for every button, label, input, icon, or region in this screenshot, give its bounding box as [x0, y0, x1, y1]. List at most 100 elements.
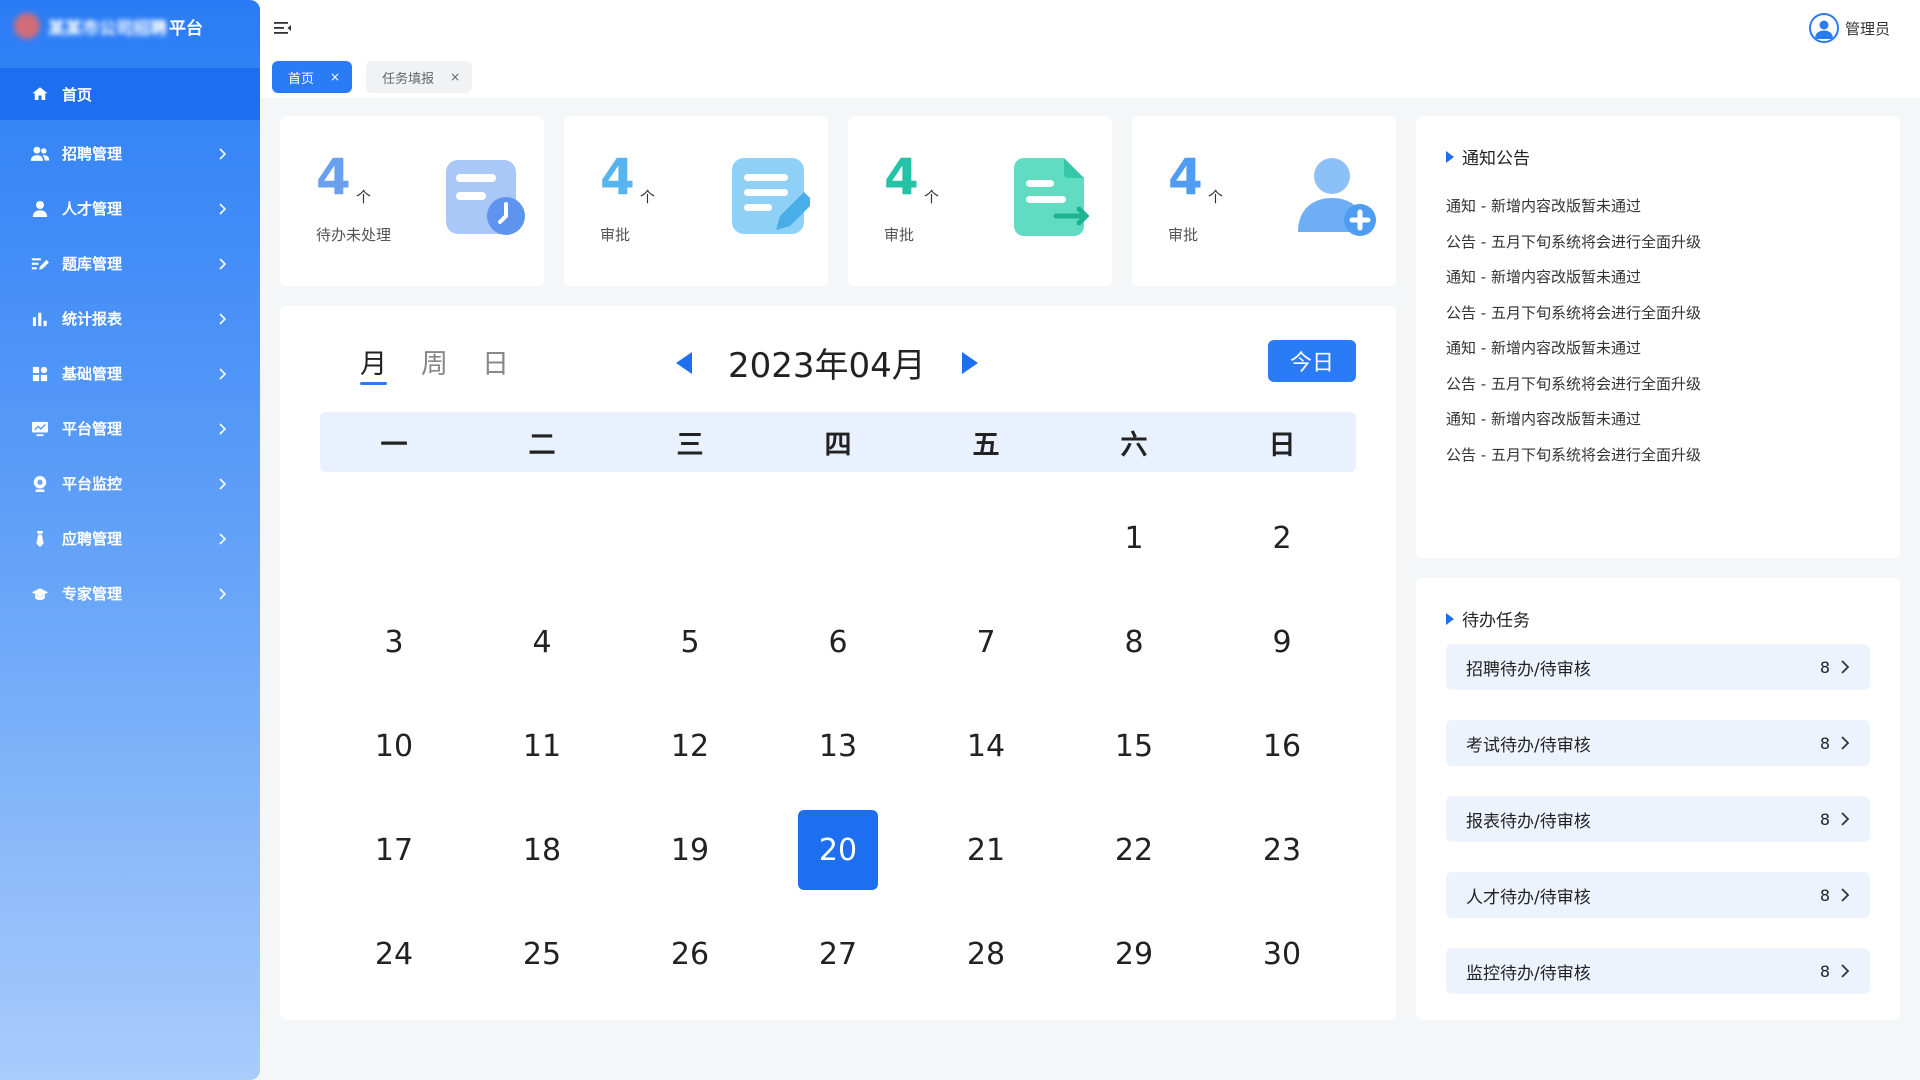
calendar-day-number: 29 [1114, 936, 1154, 972]
notice-item[interactable]: 通知 - 新增内容改版暂未通过 [1446, 401, 1870, 437]
calendar-day-number: 2 [1272, 520, 1292, 556]
calendar-day[interactable]: 6 [764, 590, 912, 694]
calendar-day[interactable]: 8 [1060, 590, 1208, 694]
task-label: 监控待办/待审核 [1466, 963, 1591, 984]
calendar-day[interactable]: 27 [764, 902, 912, 1006]
sidebar-item-talent[interactable]: 人才管理 [0, 181, 260, 236]
task-item-exam[interactable]: 考试待办/待审核 8 [1446, 720, 1870, 766]
chevron-right-icon [1841, 964, 1850, 978]
notice-item[interactable]: 通知 - 新增内容改版暂未通过 [1446, 330, 1870, 366]
collapse-menu-button[interactable] [272, 17, 294, 39]
sidebar-item-experts[interactable]: 专家管理 [0, 566, 260, 621]
stat-label: 待办未处理 [316, 226, 392, 244]
calendar-day-number: 20 [798, 810, 878, 890]
sidebar-item-basic[interactable]: 基础管理 [0, 346, 260, 401]
calendar-day[interactable]: 16 [1208, 694, 1356, 798]
sidebar-item-label: 招聘管理 [62, 145, 123, 163]
tab-home[interactable]: 首页 × [272, 61, 353, 93]
calendar-day[interactable]: 5 [616, 590, 764, 694]
app-logo[interactable]: 某某市公司招聘 平台 [0, 0, 260, 52]
stat-card-approval-2[interactable]: 4 个 审批 [848, 116, 1112, 286]
calendar-day[interactable]: 25 [468, 902, 616, 1006]
calendar-day-number: 10 [374, 728, 414, 764]
calendar-day[interactable]: 2 [1208, 486, 1356, 590]
sidebar-item-question-bank[interactable]: 题库管理 [0, 236, 260, 291]
calendar-day[interactable]: 10 [320, 694, 468, 798]
prev-month-button[interactable] [676, 351, 692, 374]
stat-card-approval-3[interactable]: 4 个 审批 [1132, 116, 1396, 286]
home-icon [30, 84, 50, 104]
notice-item[interactable]: 通知 - 新增内容改版暂未通过 [1446, 259, 1870, 295]
user-avatar-icon [1814, 20, 1833, 39]
calendar-day-number: 9 [1272, 624, 1292, 660]
sidebar-item-recruit[interactable]: 招聘管理 [0, 126, 260, 181]
task-count: 8 [1819, 657, 1830, 677]
calendar-day[interactable]: 17 [320, 798, 468, 902]
calendar-day[interactable]: 24 [320, 902, 468, 1006]
calendar-day[interactable]: 4 [468, 590, 616, 694]
calendar-day[interactable]: 12 [616, 694, 764, 798]
calendar-day[interactable]: 26 [616, 902, 764, 1006]
calendar-day-selected[interactable]: 20 [764, 798, 912, 902]
calendar-grid: 1 2 3 4 5 6 7 8 9 10 11 12 13 14 15 16 17 18 19 20 21 22 23 24 2… [320, 486, 1356, 1006]
calendar-day[interactable]: 13 [764, 694, 912, 798]
close-icon[interactable]: × [450, 70, 460, 84]
calendar-day-number: 27 [818, 936, 858, 972]
notice-item[interactable]: 通知 - 新增内容改版暂未通过 [1446, 188, 1870, 224]
calendar-day-number: 18 [522, 832, 562, 868]
sidebar-item-label: 专家管理 [62, 585, 123, 603]
tab-task-report[interactable]: 任务填报 × [366, 61, 473, 93]
notice-item[interactable]: 公告 - 五月下旬系统将会进行全面升级 [1446, 366, 1870, 402]
stat-value: 4 [884, 148, 919, 206]
calendar-day[interactable]: 22 [1060, 798, 1208, 902]
menu-fold-icon [274, 22, 291, 34]
calendar-day-number: 6 [828, 624, 848, 660]
task-count: 8 [1819, 809, 1830, 829]
calendar-day[interactable]: 29 [1060, 902, 1208, 1006]
month-title: 2023年04月 [728, 346, 926, 386]
chevron-right-icon [219, 422, 227, 435]
task-item-report[interactable]: 报表待办/待审核 8 [1446, 796, 1870, 842]
calendar-day[interactable]: 9 [1208, 590, 1356, 694]
calendar-day-number: 12 [670, 728, 710, 764]
sidebar-item-home[interactable]: 首页 [0, 68, 260, 120]
task-item-recruit[interactable]: 招聘待办/待审核 8 [1446, 644, 1870, 690]
sidebar-item-reports[interactable]: 统计报表 [0, 291, 260, 346]
user-menu[interactable]: 管理员 [1808, 13, 1890, 43]
calendar-day[interactable]: 30 [1208, 902, 1356, 1006]
calendar-day[interactable]: 19 [616, 798, 764, 902]
calendar-day[interactable]: 23 [1208, 798, 1356, 902]
monitor-icon [30, 419, 50, 439]
close-icon[interactable]: × [330, 70, 340, 84]
weekday-label: 六 [1120, 429, 1148, 461]
sidebar-item-applications[interactable]: 应聘管理 [0, 511, 260, 566]
task-item-talent[interactable]: 人才待办/待审核 8 [1446, 872, 1870, 918]
calendar-day[interactable]: 1 [1060, 486, 1208, 590]
calendar-day[interactable]: 14 [912, 694, 1060, 798]
view-day[interactable]: 日 [482, 342, 509, 381]
calendar-day[interactable]: 18 [468, 798, 616, 902]
calendar-day[interactable]: 28 [912, 902, 1060, 1006]
notice-item[interactable]: 公告 - 五月下旬系统将会进行全面升级 [1446, 437, 1870, 473]
chevron-right-icon [219, 367, 227, 380]
calendar-day-number: 16 [1262, 728, 1302, 764]
next-month-button[interactable] [961, 351, 978, 374]
task-item-monitor[interactable]: 监控待办/待审核 8 [1446, 948, 1870, 994]
notice-item[interactable]: 公告 - 五月下旬系统将会进行全面升级 [1446, 295, 1870, 331]
calendar-day[interactable]: 11 [468, 694, 616, 798]
today-button[interactable]: 今日 [1268, 340, 1356, 382]
calendar-day[interactable]: 21 [912, 798, 1060, 902]
view-week[interactable]: 周 [421, 342, 448, 381]
calendar-day[interactable]: 7 [912, 590, 1060, 694]
view-month[interactable]: 月 [360, 342, 387, 385]
sidebar-item-monitoring[interactable]: 平台监控 [0, 456, 260, 511]
stat-value: 4 [600, 148, 635, 206]
calendar-day[interactable]: 15 [1060, 694, 1208, 798]
stat-card-pending[interactable]: 4 个 待办未处理 [280, 116, 544, 286]
stat-card-approval-1[interactable]: 4 个 审批 [564, 116, 828, 286]
user-name: 管理员 [1844, 19, 1890, 38]
calendar-day-number: 13 [818, 728, 858, 764]
notice-item[interactable]: 公告 - 五月下旬系统将会进行全面升级 [1446, 224, 1870, 260]
calendar-day[interactable]: 3 [320, 590, 468, 694]
sidebar-item-platform[interactable]: 平台管理 [0, 401, 260, 456]
